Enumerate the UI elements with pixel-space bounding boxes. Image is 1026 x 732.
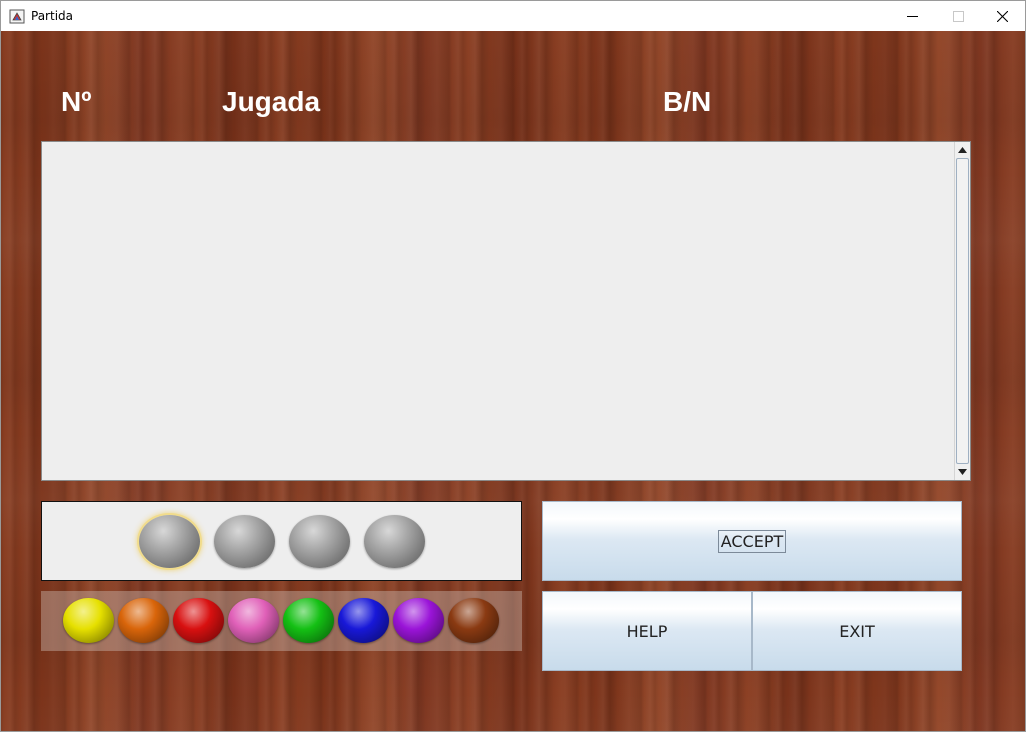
header-number: Nº: [61, 86, 92, 117]
arrow-up-icon: [958, 147, 967, 153]
accept-button[interactable]: ACCEPT: [542, 501, 962, 581]
header-play: Jugada: [222, 86, 321, 117]
minimize-button[interactable]: [889, 1, 935, 31]
history-scrollbar[interactable]: [954, 142, 970, 480]
scroll-down-button[interactable]: [955, 464, 970, 480]
java-cup-icon: [9, 8, 25, 24]
scroll-up-button[interactable]: [955, 142, 970, 158]
play-history-list[interactable]: [41, 141, 971, 481]
window-title: Partida: [31, 9, 73, 23]
app-window: Partida Nº Jugada B/N ACCEPT HELP EXIT: [0, 0, 1026, 732]
maximize-button: [935, 1, 981, 31]
scroll-track[interactable]: [956, 158, 969, 464]
color-peg-yellow[interactable]: [63, 598, 114, 643]
arrow-down-icon: [958, 469, 967, 475]
color-peg-green[interactable]: [283, 598, 334, 643]
header-black-white: B/N: [663, 86, 712, 117]
color-peg-red[interactable]: [173, 598, 224, 643]
color-peg-purple[interactable]: [393, 598, 444, 643]
minimize-icon: [907, 16, 918, 17]
exit-button[interactable]: EXIT: [752, 591, 962, 671]
color-peg-blue[interactable]: [338, 598, 389, 643]
color-peg-orange[interactable]: [118, 598, 169, 643]
current-guess-panel: [41, 501, 522, 581]
maximize-icon: [953, 11, 964, 22]
guess-slot-3[interactable]: [289, 515, 350, 568]
color-peg-pink[interactable]: [228, 598, 279, 643]
color-peg-brown[interactable]: [448, 598, 499, 643]
accept-button-label: ACCEPT: [717, 529, 787, 553]
color-palette: [41, 591, 522, 651]
game-board: Nº Jugada B/N ACCEPT HELP EXIT: [1, 31, 1025, 731]
guess-slot-1[interactable]: [139, 515, 200, 568]
help-button[interactable]: HELP: [542, 591, 752, 671]
guess-slot-4[interactable]: [364, 515, 425, 568]
title-bar[interactable]: Partida: [1, 1, 1025, 31]
close-button[interactable]: [979, 1, 1025, 31]
guess-slot-2[interactable]: [214, 515, 275, 568]
close-icon: [997, 11, 1008, 22]
